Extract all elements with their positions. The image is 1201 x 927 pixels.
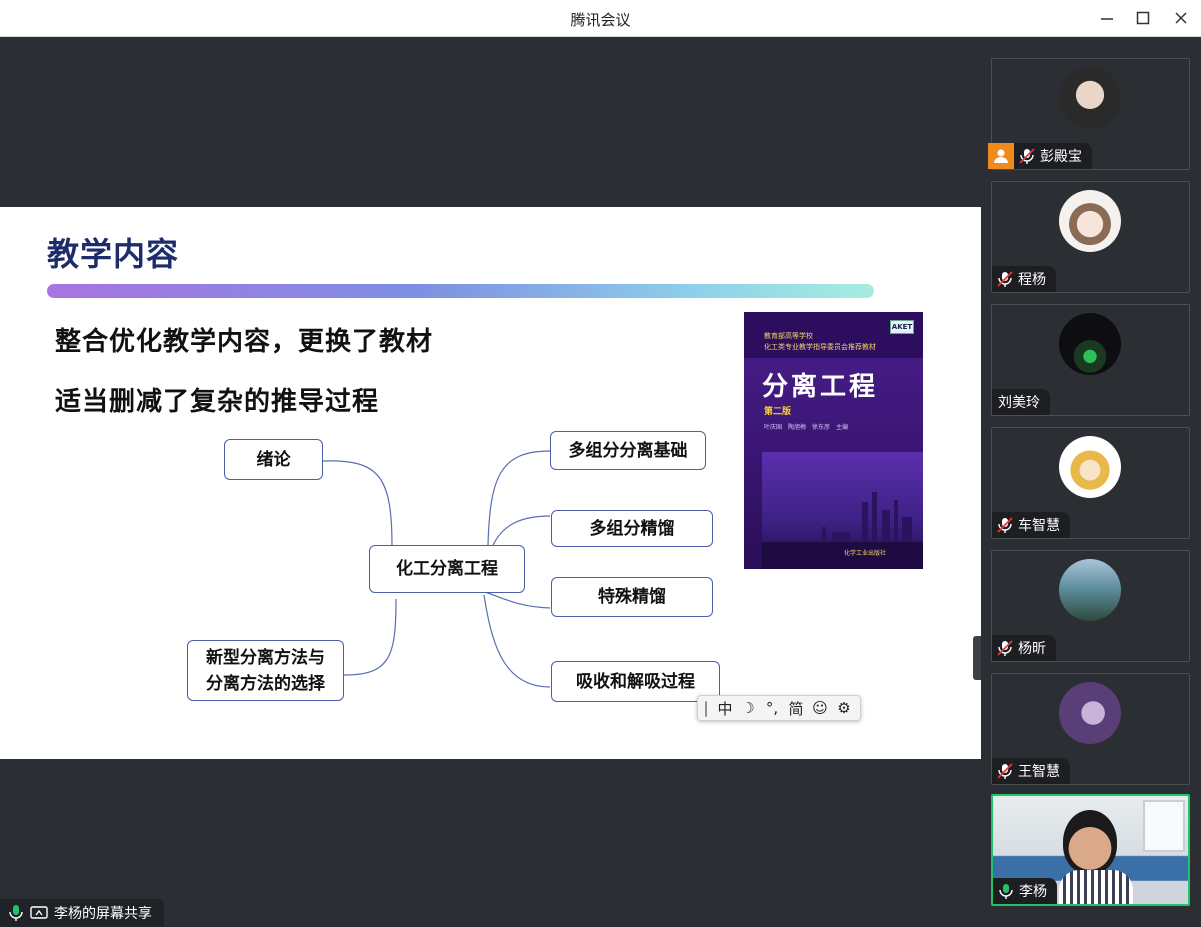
book-authors: 叶庆国 陶旭梅 徐东彦 主编 xyxy=(764,424,849,431)
participant-name-tag: 彭殿宝 xyxy=(988,143,1092,169)
textbook-cover: 教育部高等学校 化工类专业教学指导委员会推荐教材 AKET 分离工程 第二版 叶… xyxy=(744,312,923,569)
mic-muted-icon xyxy=(996,270,1014,288)
participant-name-tag: 王智慧 xyxy=(992,758,1070,784)
mic-on-icon xyxy=(997,882,1015,900)
participant-shirt xyxy=(1059,870,1133,904)
participant-name-tag: 杨昕 xyxy=(992,635,1056,661)
participant-name: 王智慧 xyxy=(1018,764,1060,780)
avatar xyxy=(1059,559,1121,621)
presentation-slide: 教学内容 整合优化教学内容，更换了教材 适当删减了复杂的推导过程 绪论 化工分离… xyxy=(0,207,981,759)
participant-face xyxy=(1063,810,1117,874)
mindmap-node-intro: 绪论 xyxy=(224,439,323,480)
mindmap-node-absorption: 吸收和解吸过程 xyxy=(551,661,720,702)
ime-simplified-toggle[interactable]: 简 xyxy=(784,698,808,719)
factory-silhouette xyxy=(762,492,923,569)
screen-share-badge[interactable]: 李杨的屏幕共享 xyxy=(0,899,164,927)
mic-muted-icon xyxy=(996,639,1014,657)
panel-collapse-handle[interactable] xyxy=(973,636,981,680)
participant-name: 杨昕 xyxy=(1018,641,1046,657)
participant-tile[interactable]: 彭殿宝 xyxy=(988,58,1190,170)
participant-name: 刘美玲 xyxy=(998,395,1040,411)
minimize-icon xyxy=(1101,18,1113,20)
mindmap-node-multi-distillation: 多组分精馏 xyxy=(551,510,713,547)
participant-tile[interactable]: 程杨 xyxy=(991,181,1190,293)
screen-share-icon xyxy=(30,906,48,919)
mindmap-node-new-methods: 新型分离方法与 分离方法的选择 xyxy=(187,640,344,701)
mindmap-node-new-methods-line2: 分离方法的选择 xyxy=(206,673,325,694)
window-title: 腾讯会议 xyxy=(570,11,631,29)
avatar xyxy=(1059,436,1121,498)
close-icon xyxy=(1175,12,1187,24)
mindmap-node-new-methods-line1: 新型分离方法与 xyxy=(206,647,325,668)
ime-toolbar[interactable]: | 中 ☽ °, 简 ☺ ⚙ xyxy=(697,695,861,721)
participant-name: 李杨 xyxy=(1019,884,1047,900)
book-logo: AKET xyxy=(890,320,914,334)
avatar xyxy=(1059,313,1121,375)
mic-muted-icon xyxy=(1018,147,1036,165)
host-icon xyxy=(988,143,1014,169)
mic-on-icon xyxy=(9,905,23,921)
participant-name: 彭殿宝 xyxy=(1040,149,1082,165)
shared-screen-stage: 教学内容 整合优化教学内容，更换了教材 适当删减了复杂的推导过程 绪论 化工分离… xyxy=(0,37,981,927)
participant-name-tag: 刘美玲 xyxy=(992,389,1050,415)
avatar xyxy=(1059,190,1121,252)
book-title: 分离工程 xyxy=(762,372,879,402)
title-bar: 腾讯会议 xyxy=(0,0,1201,37)
mic-muted-icon xyxy=(996,516,1014,534)
close-button[interactable] xyxy=(1168,6,1194,30)
book-publisher: 化学工业出版社 xyxy=(844,550,887,557)
avatar xyxy=(1059,682,1121,744)
participant-name: 车智慧 xyxy=(1018,518,1060,534)
ime-cursor: | xyxy=(703,699,709,717)
mindmap-node-special-distillation: 特殊精馏 xyxy=(551,577,713,617)
ime-punct-toggle[interactable]: °, xyxy=(760,699,784,717)
book-edition: 第二版 xyxy=(764,407,792,417)
maximize-icon xyxy=(1136,11,1150,25)
participant-tile[interactable]: 杨昕 xyxy=(991,550,1190,662)
participant-tile[interactable]: 车智慧 xyxy=(991,427,1190,539)
mindmap-node-center: 化工分离工程 xyxy=(369,545,525,593)
screen-share-label: 李杨的屏幕共享 xyxy=(54,906,152,922)
mindmap-node-multi-basics: 多组分分离基础 xyxy=(550,431,706,470)
mic-muted-icon xyxy=(996,762,1014,780)
book-publisher-line2: 化工类专业教学指导委员会推荐教材 xyxy=(764,343,876,351)
maximize-button[interactable] xyxy=(1130,6,1156,30)
ime-moon-icon[interactable]: ☽ xyxy=(736,699,760,717)
minimize-button[interactable] xyxy=(1094,6,1120,30)
avatar xyxy=(1059,67,1121,129)
ime-settings-icon[interactable]: ⚙ xyxy=(832,699,856,717)
book-publisher-line1: 教育部高等学校 xyxy=(764,332,813,340)
participant-tile[interactable]: 王智慧 xyxy=(991,673,1190,785)
participant-name: 程杨 xyxy=(1018,272,1046,288)
participant-name-tag: 车智慧 xyxy=(992,512,1070,538)
participant-tile[interactable]: 刘美玲 xyxy=(991,304,1190,416)
video-window-bg xyxy=(1143,800,1185,852)
ime-lang-toggle[interactable]: 中 xyxy=(714,698,736,719)
ime-emoji-icon[interactable]: ☺ xyxy=(808,699,832,717)
participant-name-tag: 李杨 xyxy=(993,878,1057,904)
participant-name-tag: 程杨 xyxy=(992,266,1056,292)
participant-tile-active[interactable]: 李杨 xyxy=(991,794,1190,906)
